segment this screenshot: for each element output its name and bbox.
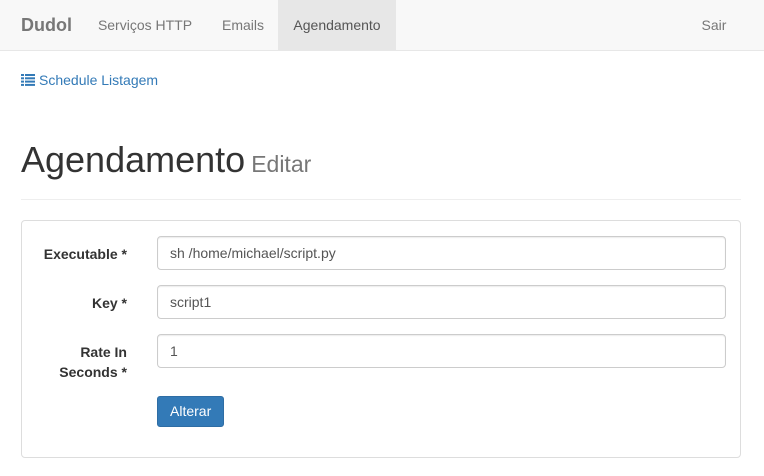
- alterar-button[interactable]: Alterar: [157, 396, 225, 427]
- list-icon: [21, 74, 35, 86]
- schedule-list-link[interactable]: Schedule Listagem: [21, 70, 158, 90]
- page-subtitle: Editar: [251, 151, 312, 177]
- page-title-text: Agendamento: [21, 139, 246, 180]
- schedule-edit-form: Executable * Key * Rate In Seconds * Alt…: [21, 220, 741, 458]
- executable-label: Executable *: [43, 246, 127, 262]
- page-header: Agendamento Editar: [21, 140, 741, 200]
- brand-logo[interactable]: Dudol: [21, 0, 72, 50]
- nav-item-servicos-http[interactable]: Serviços HTTP: [84, 0, 206, 50]
- key-label: Key *: [91, 295, 127, 311]
- logout-link[interactable]: Sair: [690, 0, 738, 50]
- rate-in-seconds-input[interactable]: [157, 334, 726, 368]
- nav-item-emails[interactable]: Emails: [208, 0, 278, 50]
- page-title: Agendamento Editar: [21, 140, 311, 184]
- executable-input[interactable]: [157, 236, 726, 270]
- nav-item-agendamento[interactable]: Agendamento: [278, 0, 396, 50]
- top-navbar: Dudol Serviços HTTP Emails Agendamento S…: [0, 0, 764, 51]
- key-input[interactable]: [157, 285, 726, 319]
- schedule-list-label: Schedule Listagem: [39, 72, 159, 88]
- rate-in-seconds-label: Rate In Seconds *: [59, 344, 127, 380]
